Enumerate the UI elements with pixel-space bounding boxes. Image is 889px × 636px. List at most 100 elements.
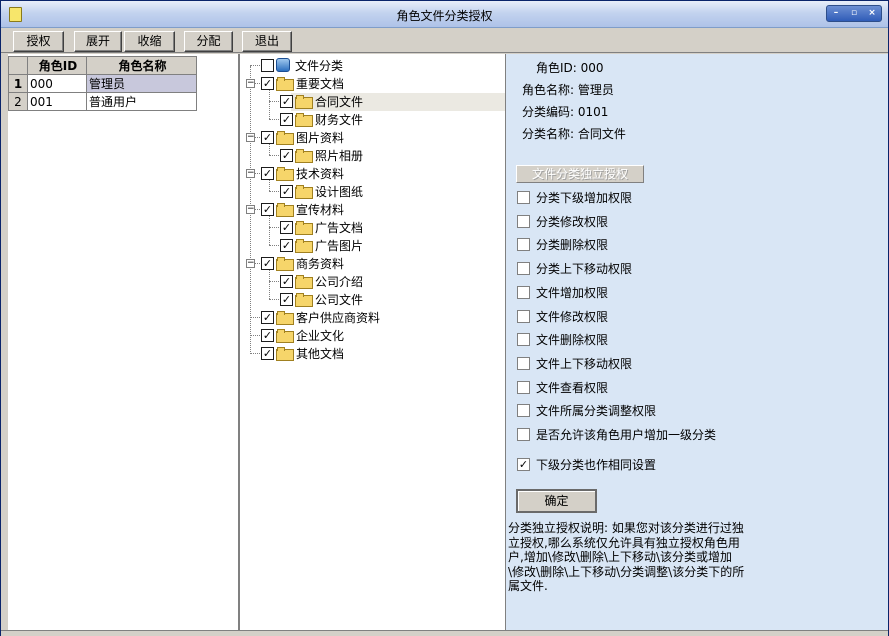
tree-node[interactable]: ✓ 广告图片	[280, 236, 363, 254]
role-id-cell[interactable]: 000	[27, 74, 87, 93]
collapse-toggle-icon[interactable]: −	[246, 259, 255, 268]
tree-node[interactable]: ✓ 照片相册	[280, 146, 363, 164]
tree-checkbox[interactable]: ✓	[280, 148, 293, 162]
checkbox-label: 文件增加权限	[536, 286, 609, 300]
row-number: 1	[8, 74, 28, 93]
checkbox-box[interactable]: ✓	[517, 458, 530, 471]
checkbox-label: 文件删除权限	[536, 333, 609, 347]
collapse-button[interactable]: 收缩	[124, 31, 175, 52]
tree-node[interactable]: ✓ 重要文档	[261, 74, 344, 92]
checkbox-box[interactable]	[517, 310, 530, 323]
permission-checkbox[interactable]: 分类上下移动权限	[517, 260, 632, 277]
tree-checkbox[interactable]: ✓	[280, 292, 293, 306]
table-row[interactable]: 1 000 管理员	[8, 74, 197, 93]
permission-panel: 角色ID: 000 角色名称: 管理员 分类编码: 0101 分类名称: 合同文…	[506, 54, 888, 630]
tree-checkbox[interactable]: ✓	[261, 130, 274, 144]
tree-node[interactable]: ✓ 财务文件	[280, 110, 363, 128]
title-bar[interactable]: 角色文件分类授权 – ▫ ×	[1, 1, 888, 28]
tree-node-label: 财务文件	[315, 112, 364, 127]
tree-checkbox[interactable]: ✓	[261, 256, 274, 270]
tree-checkbox[interactable]: ✓	[280, 238, 293, 252]
tree-node[interactable]: ✓ 企业文化	[261, 326, 344, 344]
tree-node-label: 宣传材料	[296, 202, 345, 217]
tree-checkbox[interactable]	[261, 58, 274, 72]
permission-checkbox[interactable]: 是否允许该角色用户增加一级分类	[517, 426, 716, 443]
tree-node-root[interactable]: 文件分类	[261, 56, 343, 74]
subcategory-same-checkbox[interactable]: ✓ 下级分类也作相同设置	[517, 456, 656, 473]
collapse-toggle-icon[interactable]: −	[246, 205, 255, 214]
collapse-toggle-icon[interactable]: −	[246, 133, 255, 142]
exit-button[interactable]: 退出	[242, 31, 292, 52]
tree-checkbox[interactable]: ✓	[261, 76, 274, 90]
role-id-cell[interactable]: 001	[27, 92, 87, 111]
tree-checkbox[interactable]: ✓	[261, 166, 274, 180]
tree-node[interactable]: ✓ 技术资料	[261, 164, 344, 182]
tree-node[interactable]: ✓ 广告文档	[280, 218, 363, 236]
collapse-toggle-icon[interactable]: −	[246, 169, 255, 178]
permission-checkbox[interactable]: 分类下级增加权限	[517, 189, 632, 206]
permission-checkbox[interactable]: 文件删除权限	[517, 331, 608, 348]
assign-button[interactable]: 分配	[184, 31, 233, 52]
tree-checkbox[interactable]: ✓	[280, 112, 293, 126]
tree-node[interactable]: ✓ 客户供应商资料	[261, 308, 380, 326]
tree-node[interactable]: ✓ 公司介绍	[280, 272, 363, 290]
authorize-button[interactable]: 授权	[13, 31, 64, 52]
close-icon[interactable]: ×	[863, 6, 881, 21]
tree-checkbox[interactable]: ✓	[261, 202, 274, 216]
folder-icon	[295, 221, 313, 235]
permission-checkbox[interactable]: 分类修改权限	[517, 213, 608, 230]
permission-checkbox[interactable]: 文件修改权限	[517, 308, 608, 325]
tree-checkbox[interactable]: ✓	[261, 328, 274, 342]
checkbox-box[interactable]	[517, 191, 530, 204]
tree-checkbox[interactable]: ✓	[280, 94, 293, 108]
tree-checkbox[interactable]: ✓	[261, 310, 274, 324]
tree-node-label: 设计图纸	[315, 184, 364, 199]
collapse-toggle-icon[interactable]: −	[246, 79, 255, 88]
tree-checkbox[interactable]: ✓	[280, 184, 293, 198]
checkbox-box[interactable]	[517, 215, 530, 228]
checkbox-box[interactable]	[517, 286, 530, 299]
tree-line	[269, 216, 270, 245]
independent-auth-button[interactable]: 文件分类独立授权	[516, 165, 644, 183]
checkbox-box[interactable]	[517, 262, 530, 275]
tree-node-label: 其他文档	[296, 346, 345, 361]
checkbox-box[interactable]	[517, 381, 530, 394]
tree-line	[269, 191, 279, 192]
checkbox-box[interactable]	[517, 333, 530, 346]
checkbox-box[interactable]	[517, 238, 530, 251]
tree-checkbox[interactable]: ✓	[280, 274, 293, 288]
permission-checkbox[interactable]: 分类删除权限	[517, 236, 608, 253]
tree-node[interactable]: ✓ 商务资料	[261, 254, 344, 272]
checkbox-box[interactable]	[517, 428, 530, 441]
role-name-cell[interactable]: 管理员	[86, 74, 197, 93]
tree-node[interactable]: ✓ 宣传材料	[261, 200, 344, 218]
role-grid-panel: 角色ID 角色名称 1 000 管理员 2 001 普通用户	[8, 54, 239, 630]
tree-checkbox[interactable]: ✓	[261, 346, 274, 360]
tree-node-label: 广告图片	[315, 238, 364, 253]
permission-checkbox[interactable]: 文件增加权限	[517, 284, 608, 301]
tree-node[interactable]: ✓ 图片资料	[261, 128, 344, 146]
tree-node[interactable]: ✓ 合同文件	[280, 92, 363, 110]
table-row[interactable]: 2 001 普通用户	[8, 92, 197, 111]
maximize-icon[interactable]: ▫	[845, 6, 863, 21]
checkbox-box[interactable]	[517, 404, 530, 417]
tree-node[interactable]: ✓ 设计图纸	[280, 182, 363, 200]
grid-header-role-id[interactable]: 角色ID	[27, 56, 87, 75]
tree-line	[250, 317, 260, 318]
ok-button[interactable]: 确定	[516, 489, 597, 513]
minimize-icon[interactable]: –	[827, 6, 845, 21]
role-name-cell[interactable]: 普通用户	[86, 92, 197, 111]
window-controls: – ▫ ×	[826, 5, 882, 22]
tree-node[interactable]: ✓ 公司文件	[280, 290, 363, 308]
checkbox-box[interactable]	[517, 357, 530, 370]
tree-line	[269, 281, 279, 282]
tree-node[interactable]: ✓ 其他文档	[261, 344, 344, 362]
permission-checkbox[interactable]: 文件查看权限	[517, 379, 608, 396]
tree-checkbox[interactable]: ✓	[280, 220, 293, 234]
permission-checkbox[interactable]: 文件上下移动权限	[517, 355, 632, 372]
folder-icon	[276, 257, 294, 271]
role-id-label: 角色ID: 000	[536, 61, 604, 75]
permission-checkbox[interactable]: 文件所属分类调整权限	[517, 402, 656, 419]
expand-button[interactable]: 展开	[74, 31, 122, 52]
grid-header-role-name[interactable]: 角色名称	[86, 56, 197, 75]
